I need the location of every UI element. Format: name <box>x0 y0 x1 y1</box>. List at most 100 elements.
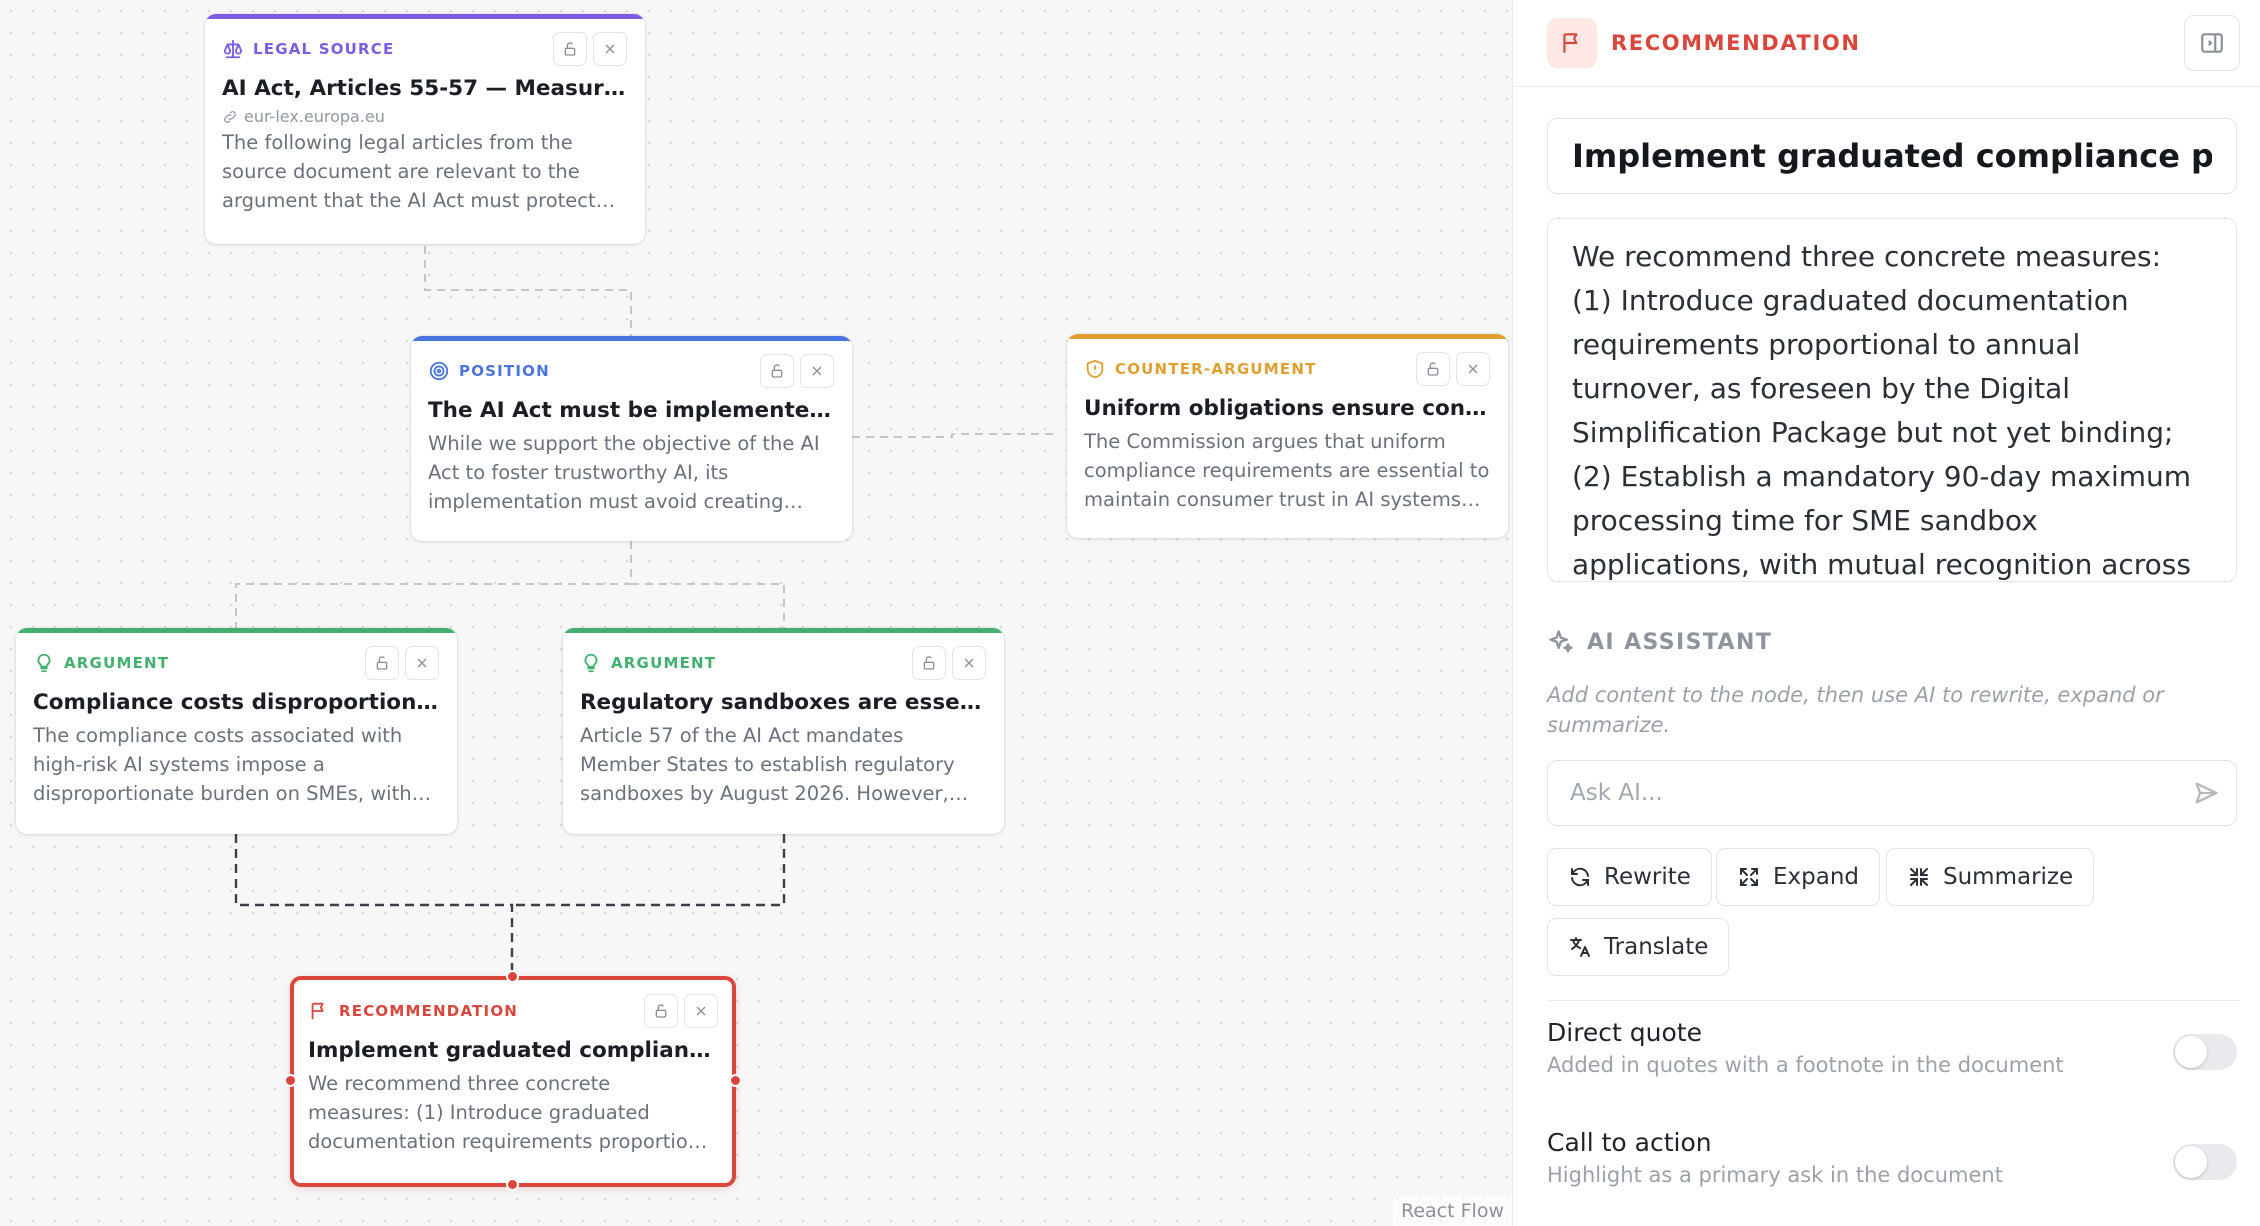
unlock-icon <box>655 1004 667 1018</box>
ai-assistant-heading: AI ASSISTANT <box>1547 628 1772 656</box>
node-title: The AI Act must be implemented in an SME… <box>428 398 834 423</box>
node-type: POSITION <box>428 360 550 382</box>
edge-position-to-counter <box>852 433 1058 438</box>
summarize-button[interactable]: Summarize <box>1886 848 2095 906</box>
call-to-action-toggle[interactable] <box>2173 1144 2237 1180</box>
node-argument-1[interactable]: ARGUMENT Compliance costs disproportiona… <box>16 628 457 834</box>
node-argument-2[interactable]: ARGUMENT Regulatory sandboxes are essent… <box>563 628 1004 834</box>
delete-node-button[interactable] <box>1456 352 1490 386</box>
flag-icon <box>1563 33 1578 53</box>
node-type: LEGAL SOURCE <box>222 38 394 60</box>
delete-node-button[interactable] <box>800 354 834 388</box>
node-accent-bar <box>411 336 852 341</box>
node-body: We recommend three concrete measures: (1… <box>308 1072 718 1153</box>
node-recommendation[interactable]: RECOMMENDATION Implement graduated compl… <box>290 976 736 1187</box>
close-icon <box>605 44 615 54</box>
unlock-button[interactable] <box>644 994 678 1028</box>
node-body: The compliance costs associated with hig… <box>33 724 412 805</box>
node-accent-bar <box>16 628 457 633</box>
node-title: AI Act, Articles 55-57 — Measures in sup… <box>222 76 627 101</box>
unlock-button[interactable] <box>760 354 794 388</box>
node-type-badge <box>1547 18 1597 68</box>
summarize-label: Summarize <box>1943 864 2074 890</box>
collapse-panel-button[interactable] <box>2184 15 2240 71</box>
shrink-icon <box>1910 868 1928 886</box>
handle-bottom[interactable] <box>506 1178 519 1191</box>
direct-quote-toggle[interactable] <box>2173 1034 2237 1070</box>
node-body: The following legal articles from the so… <box>222 131 596 212</box>
node-type: COUNTER-ARGUMENT <box>1084 358 1317 380</box>
node-title: Regulatory sandboxes are essential for S… <box>580 690 986 715</box>
delete-node-button[interactable] <box>952 646 986 680</box>
expand-icon <box>1740 868 1758 886</box>
node-type-label: COUNTER-ARGUMENT <box>1115 360 1317 378</box>
expand-label: Expand <box>1773 864 1860 890</box>
ai-hint: Add content to the node, then use AI to … <box>1547 683 2164 737</box>
node-type: RECOMMENDATION <box>308 1000 518 1022</box>
target-icon <box>429 361 449 381</box>
rewrite-label: Rewrite <box>1604 864 1691 890</box>
link-icon <box>224 110 236 123</box>
shield-alert-icon <box>1086 359 1104 379</box>
delete-node-button[interactable] <box>593 32 627 66</box>
delete-node-button[interactable] <box>405 646 439 680</box>
unlock-icon <box>923 656 935 670</box>
unlock-icon <box>1427 362 1439 376</box>
node-type: ARGUMENT <box>580 652 716 674</box>
node-type: ARGUMENT <box>33 652 169 674</box>
react-flow-attribution[interactable]: React Flow <box>1393 1196 1512 1226</box>
handle-right[interactable] <box>729 1074 742 1087</box>
close-icon <box>1468 364 1478 374</box>
ask-ai-input[interactable] <box>1548 780 2176 806</box>
call-to-action-desc: Highlight as a primary ask in the docume… <box>1547 1163 2003 1187</box>
panel-header: RECOMMENDATION <box>1547 15 2240 71</box>
node-accent-bar <box>1067 334 1508 339</box>
lightbulb-icon <box>37 653 51 673</box>
call-to-action-label: Call to action <box>1547 1128 1712 1157</box>
node-body: While we support the objective of the AI… <box>428 432 820 513</box>
edge-argument-2-to-recommendation <box>512 834 786 907</box>
node-type-label: LEGAL SOURCE <box>253 40 395 58</box>
node-counter-argument[interactable]: COUNTER-ARGUMENT Uniform obligations ens… <box>1067 334 1508 538</box>
handle-top[interactable] <box>506 970 519 983</box>
unlock-icon <box>771 364 783 378</box>
node-title: Implement graduated compliance pathways … <box>308 1038 718 1063</box>
node-source-url: eur-lex.europa.eu <box>244 107 385 126</box>
translate-label: Translate <box>1604 934 1709 960</box>
flow-canvas[interactable]: LEGAL SOURCE AI Act, Articles 55-57 — Me… <box>0 0 1512 1226</box>
close-icon <box>417 658 427 668</box>
rewrite-button[interactable]: Rewrite <box>1547 848 1712 906</box>
handle-left[interactable] <box>284 1074 297 1087</box>
node-legal-source[interactable]: LEGAL SOURCE AI Act, Articles 55-57 — Me… <box>205 14 645 244</box>
expand-button[interactable]: Expand <box>1716 848 1881 906</box>
panel-right-icon <box>2201 33 2223 53</box>
node-accent-bar <box>563 628 1004 633</box>
node-position[interactable]: POSITION The AI Act must be implemented … <box>411 336 852 541</box>
node-detail-panel: RECOMMENDATION We recommend three concre… <box>1512 0 2260 1226</box>
node-body-textarea[interactable]: We recommend three concrete measures: (1… <box>1547 218 2237 582</box>
lightbulb-icon <box>584 653 598 673</box>
close-icon <box>696 1006 706 1016</box>
send-icon <box>2195 782 2218 804</box>
direct-quote-row: Direct quote Added in quotes with a foot… <box>1547 1018 2237 1077</box>
translate-button[interactable]: Translate <box>1547 918 1730 976</box>
node-type-label: ARGUMENT <box>64 654 170 672</box>
edge-argument-1-to-recommendation <box>234 834 514 977</box>
unlock-icon <box>376 656 388 670</box>
direct-quote-label: Direct quote <box>1547 1018 1702 1047</box>
refresh-icon <box>1571 867 1589 887</box>
unlock-button[interactable] <box>365 646 399 680</box>
header-divider <box>1513 86 2260 87</box>
unlock-button[interactable] <box>553 32 587 66</box>
node-body: Article 57 of the AI Act mandates Member… <box>580 724 955 805</box>
edge-legal-to-position <box>424 246 632 336</box>
delete-node-button[interactable] <box>684 994 718 1028</box>
unlock-button[interactable] <box>1416 352 1450 386</box>
unlock-button[interactable] <box>912 646 946 680</box>
send-button[interactable] <box>2176 763 2236 823</box>
node-title-input[interactable] <box>1547 118 2237 194</box>
node-title: Uniform obligations ensure consumer trus… <box>1084 396 1490 421</box>
ask-ai-box <box>1547 760 2237 826</box>
flag-icon <box>311 1002 324 1020</box>
node-accent-bar <box>205 14 645 19</box>
